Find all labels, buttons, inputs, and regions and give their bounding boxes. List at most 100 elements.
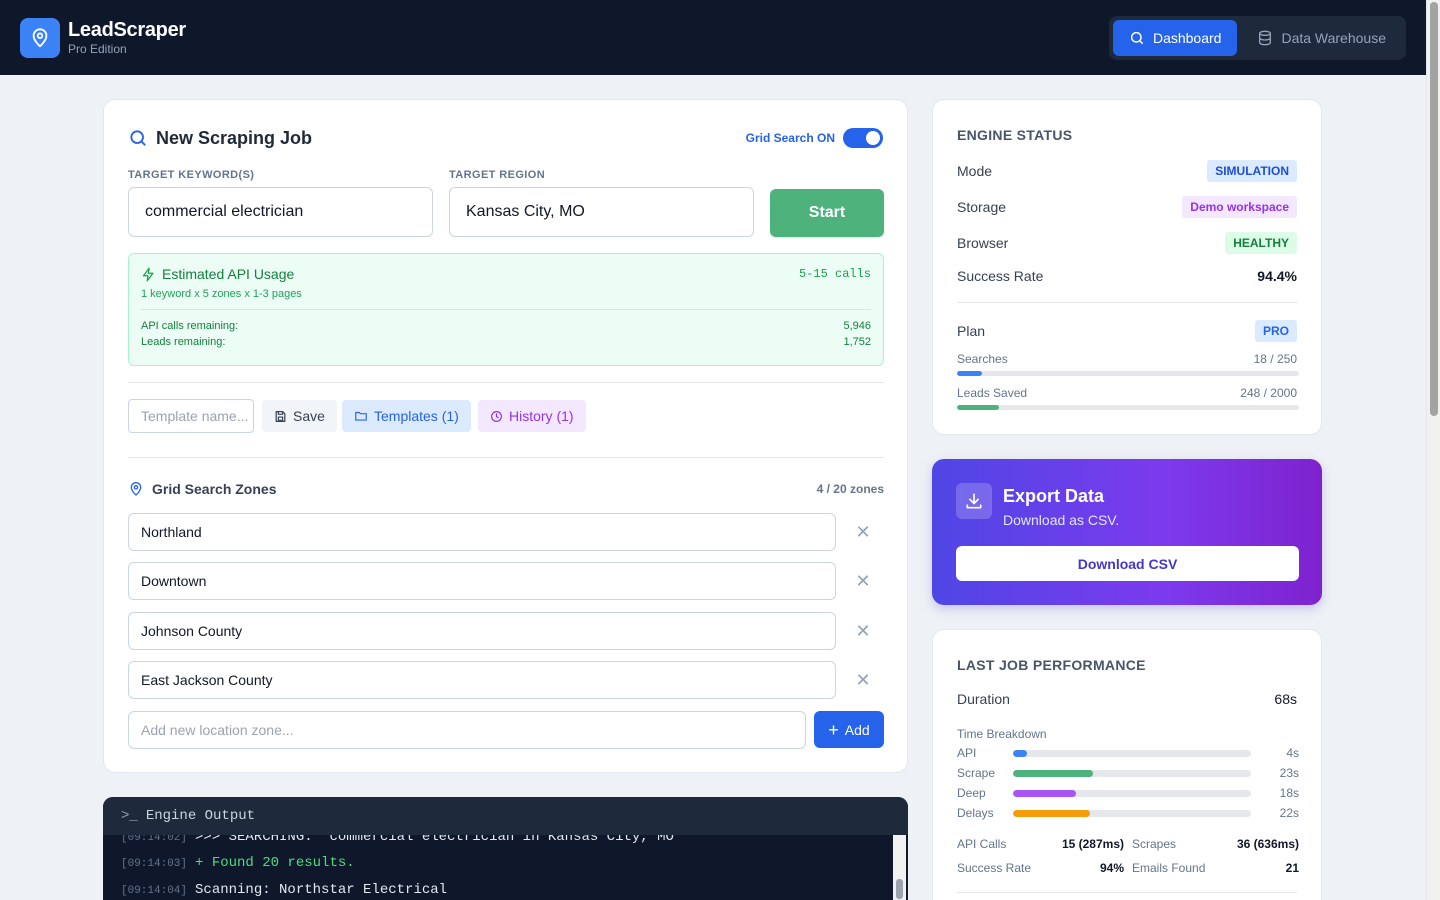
breakdown-bar xyxy=(1013,789,1076,797)
api-remaining-label: API calls remaining: xyxy=(141,320,239,332)
grid-search-label: Grid Search ON xyxy=(745,131,835,145)
console-scroll-thumb[interactable] xyxy=(896,879,903,899)
searches-meter xyxy=(957,371,1299,376)
download-csv-button[interactable]: Download CSV xyxy=(956,546,1299,581)
nav-dashboard-label: Dashboard xyxy=(1152,29,1222,46)
log-timestamp: [09:14:03] xyxy=(121,858,188,870)
save-template-button[interactable]: Save xyxy=(262,400,337,432)
export-card: Export Data Download as CSV. Download CS… xyxy=(932,459,1322,605)
console-body[interactable]: [09:14:02] >>> SEARCHING: "commercial ele… xyxy=(103,835,893,900)
template-name-input[interactable]: Template name... xyxy=(128,399,254,433)
leads-meter xyxy=(957,405,1299,410)
breakdown-value: 23s xyxy=(1279,766,1299,780)
start-button[interactable]: Start xyxy=(770,189,884,237)
performance-title: LAST JOB PERFORMANCE xyxy=(957,657,1146,673)
plan-label: Plan xyxy=(957,323,986,339)
history-label: History (1) xyxy=(509,408,574,424)
remove-zone-icon[interactable]: ✕ xyxy=(852,521,874,543)
keyword-label: TARGET KEYWORD(S) xyxy=(128,169,255,181)
nav-dashboard[interactable]: Dashboard xyxy=(1112,19,1238,56)
app-edition: Pro Edition xyxy=(68,41,127,56)
success-rate-label: Success Rate xyxy=(957,268,1044,284)
breakdown-value: 22s xyxy=(1279,806,1299,820)
grid-search-toggle[interactable] xyxy=(843,128,883,148)
emails-found-label: Emails Found xyxy=(1132,861,1206,875)
save-label: Save xyxy=(293,408,325,424)
add-zone-button[interactable]: + Add xyxy=(814,711,884,748)
export-title: Export Data xyxy=(1003,486,1105,506)
scrapes-label: Scrapes xyxy=(1132,837,1177,851)
clock-icon xyxy=(491,410,502,422)
log-line: [09:14:04] Scanning: Northstar Electrical xyxy=(121,882,447,898)
log-timestamp: [09:14:04] xyxy=(121,885,188,897)
duration-value: 68s xyxy=(1274,691,1297,707)
history-button[interactable]: History (1) xyxy=(478,400,586,432)
search-icon xyxy=(130,130,146,146)
browser-label: Browser xyxy=(957,235,1009,251)
zone-input[interactable]: Northland xyxy=(128,513,836,551)
breakdown-row: Scrape 23s xyxy=(957,765,1299,781)
job-success-value: 94% xyxy=(1099,861,1124,875)
zone-input[interactable]: Johnson County xyxy=(128,612,836,650)
database-icon xyxy=(1259,30,1272,45)
breakdown-row: Deep 18s xyxy=(957,785,1299,801)
breakdown-value: 18s xyxy=(1279,786,1299,800)
usage-calls: 5-15 calls xyxy=(798,267,871,281)
storage-label: Storage xyxy=(957,199,1007,215)
top-bar: LeadScraper Pro Edition Dashboard Data W… xyxy=(0,0,1426,75)
templates-label: Templates (1) xyxy=(374,408,459,424)
log-timestamp: [09:14:02] xyxy=(121,835,188,844)
page-scroll-thumb[interactable] xyxy=(1430,2,1438,416)
log-line: [09:14:02] >>> SEARCHING: "commercial ele… xyxy=(121,835,682,845)
breakdown-name: API xyxy=(957,746,977,760)
remove-zone-icon[interactable]: ✕ xyxy=(852,669,874,691)
zones-title: Grid Search Zones xyxy=(152,481,277,497)
duration-label: Duration xyxy=(957,691,1010,707)
remove-zone-icon[interactable]: ✕ xyxy=(852,570,874,592)
zones-count: 4 / 20 zones xyxy=(816,482,884,496)
add-zone-input[interactable]: Add new location zone... xyxy=(128,711,806,749)
job-title: New Scraping Job xyxy=(156,127,313,148)
leads-remaining-value: 1,752 xyxy=(843,336,871,348)
divider xyxy=(128,382,884,383)
main-nav: Dashboard Data Warehouse xyxy=(1108,15,1406,60)
zone-input[interactable]: East Jackson County xyxy=(128,661,836,699)
terminal-icon: >_ xyxy=(121,808,138,824)
nav-data-warehouse[interactable]: Data Warehouse xyxy=(1241,20,1402,56)
region-label: TARGET REGION xyxy=(449,169,546,181)
usage-title: Estimated API Usage xyxy=(162,266,295,282)
mode-badge: SIMULATION xyxy=(1207,160,1297,182)
breakdown-name: Deep xyxy=(957,786,986,800)
add-label: Add xyxy=(844,721,870,738)
keyword-input[interactable]: commercial electrician xyxy=(128,187,433,237)
app-name: LeadScraper xyxy=(68,18,186,41)
map-pin-icon xyxy=(130,482,142,496)
plan-badge: PRO xyxy=(1254,320,1297,342)
breakdown-row: API 4s xyxy=(957,745,1299,761)
console-title: Engine Output xyxy=(145,808,256,824)
engine-output-console: >_ Engine Output [09:14:02] >>> SEARCHING… xyxy=(103,797,908,900)
divider xyxy=(128,457,884,458)
job-success-label: Success Rate xyxy=(957,861,1032,875)
usage-formula: 1 keyword x 5 zones x 1-3 pages xyxy=(141,288,302,300)
templates-button[interactable]: Templates (1) xyxy=(342,400,471,432)
remove-zone-icon[interactable]: ✕ xyxy=(852,620,874,642)
performance-card: LAST JOB PERFORMANCE Duration 68s Time B… xyxy=(932,629,1322,900)
page-scrollbar[interactable] xyxy=(1426,0,1440,900)
region-input[interactable]: Kansas City, MO xyxy=(449,187,754,237)
nav-data-warehouse-label: Data Warehouse xyxy=(1281,29,1386,46)
breakdown-value: 4s xyxy=(1286,746,1299,760)
api-remaining-value: 5,946 xyxy=(843,320,871,332)
browser-badge: HEALTHY xyxy=(1225,232,1297,254)
api-usage-panel: Estimated API Usage 5-15 calls 1 keyword… xyxy=(128,253,884,366)
zone-input[interactable]: Downtown xyxy=(128,562,836,600)
log-message: + Found 20 results. xyxy=(195,855,355,871)
save-icon xyxy=(275,410,286,422)
brand[interactable]: LeadScraper Pro Edition xyxy=(20,17,186,58)
plus-icon: + xyxy=(828,719,839,740)
breakdown-name: Scrape xyxy=(957,766,996,780)
console-scrollbar[interactable] xyxy=(893,835,906,900)
breakdown-name: Delays xyxy=(957,806,994,820)
breakdown-bar xyxy=(1013,809,1090,817)
searches-value: 18 / 250 xyxy=(1253,352,1297,366)
